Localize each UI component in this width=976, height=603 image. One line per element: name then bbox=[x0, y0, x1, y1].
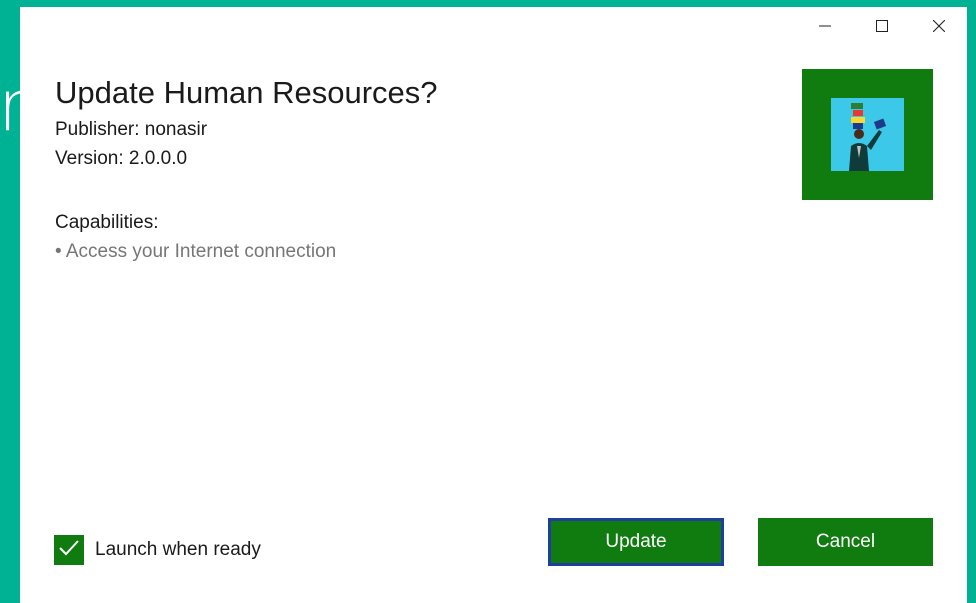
version-text: Version: 2.0.0.0 bbox=[55, 148, 188, 169]
capabilities-heading: Capabilities: bbox=[55, 212, 159, 233]
maximize-icon bbox=[875, 20, 888, 32]
checkmark-icon bbox=[58, 539, 80, 562]
checkbox-box[interactable] bbox=[54, 535, 84, 565]
close-icon bbox=[932, 20, 945, 32]
minimize-button[interactable] bbox=[796, 7, 853, 45]
cancel-button[interactable]: Cancel bbox=[758, 518, 933, 566]
app-installer-dialog: Update Human Resources? Publisher: nonas… bbox=[20, 7, 967, 603]
launch-when-ready-checkbox[interactable]: Launch when ready bbox=[54, 535, 261, 565]
close-button[interactable] bbox=[910, 7, 967, 45]
juggler-person-icon bbox=[831, 103, 904, 175]
app-tile bbox=[802, 69, 933, 200]
minimize-icon bbox=[818, 20, 831, 32]
maximize-button[interactable] bbox=[853, 7, 910, 45]
capability-item: • Access your Internet connection bbox=[55, 241, 337, 262]
caption-buttons bbox=[796, 7, 967, 45]
dialog-title: Update Human Resources? bbox=[55, 75, 438, 110]
launch-when-ready-label: Launch when ready bbox=[95, 539, 261, 560]
app-logo bbox=[831, 98, 904, 171]
update-button[interactable]: Update bbox=[548, 518, 724, 566]
publisher-text: Publisher: nonasir bbox=[55, 119, 208, 140]
